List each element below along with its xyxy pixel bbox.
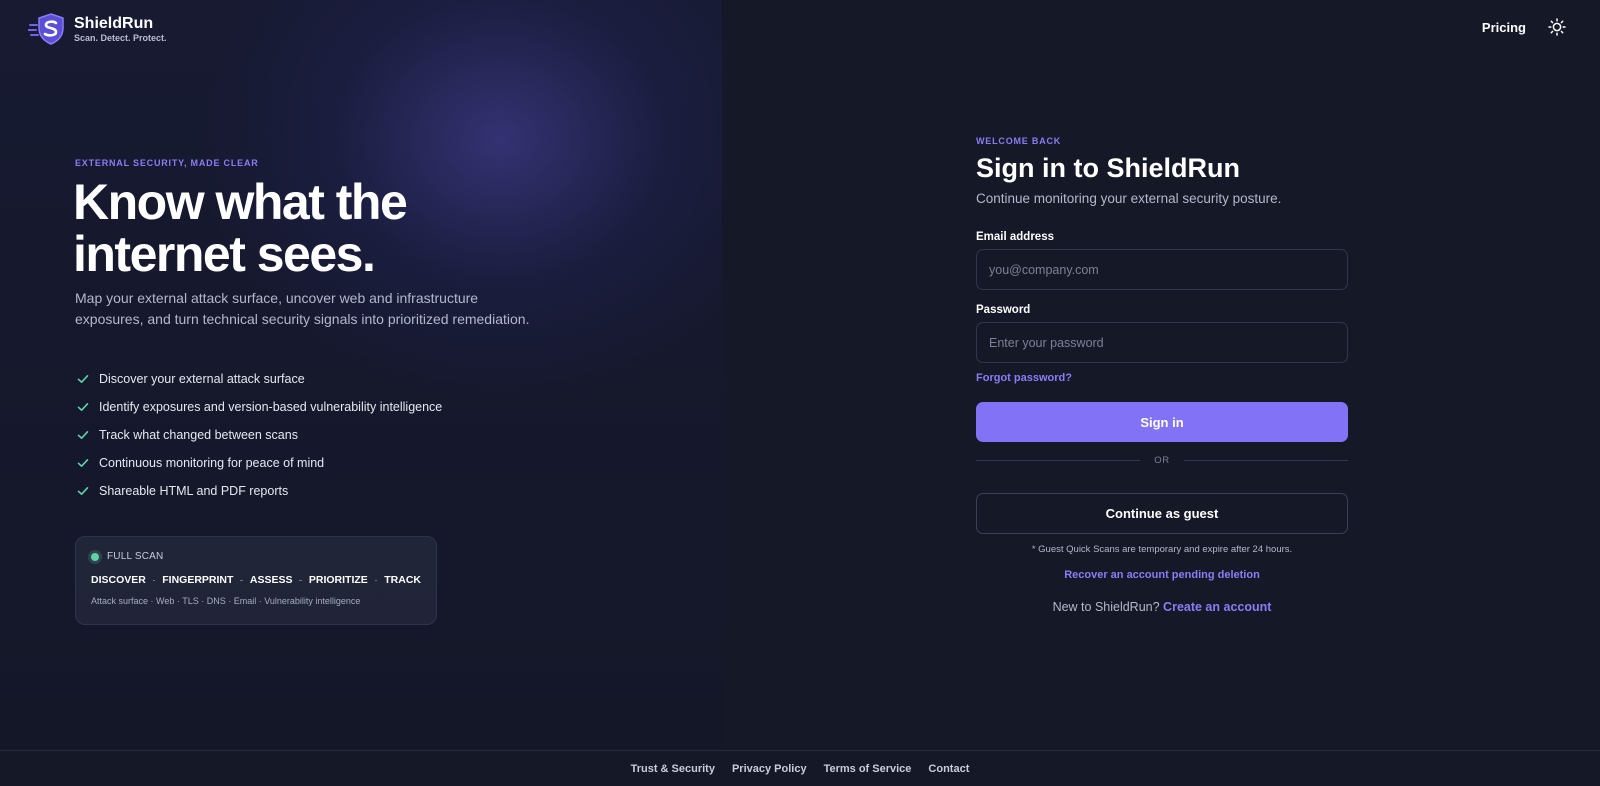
check-icon xyxy=(77,487,89,495)
divider-line xyxy=(1183,460,1349,461)
pricing-link[interactable]: Pricing xyxy=(1482,20,1526,35)
hero-subtitle: Map your external attack surface, uncove… xyxy=(75,290,530,327)
footer-link-terms[interactable]: Terms of Service xyxy=(824,763,912,775)
footer-link-contact[interactable]: Contact xyxy=(928,763,969,775)
continue-as-guest-button[interactable]: Continue as guest xyxy=(976,493,1348,534)
scan-card-header: FULL SCAN xyxy=(91,551,421,562)
sign-in-button[interactable]: Sign in xyxy=(976,402,1348,442)
feature-item: Identify exposures and version-based vul… xyxy=(77,393,442,421)
password-field[interactable] xyxy=(976,322,1348,363)
feature-text: Continuous monitoring for peace of mind xyxy=(99,456,325,470)
feature-list: Discover your external attack surface Id… xyxy=(77,365,442,505)
divider-line xyxy=(976,460,1141,461)
create-account-link[interactable]: Create an account xyxy=(1163,600,1271,614)
feature-text: Track what changed between scans xyxy=(99,428,298,442)
step-separator xyxy=(152,579,156,581)
or-label: OR xyxy=(1154,455,1170,466)
new-user-prompt: New to ShieldRun? xyxy=(1052,600,1164,614)
scan-pipeline-card: FULL SCAN DISCOVER FINGERPRINT ASSESS PR… xyxy=(75,536,437,625)
feature-item: Shareable HTML and PDF reports xyxy=(77,477,442,505)
scan-step: TRACK xyxy=(384,574,421,586)
scan-card-label: FULL SCAN xyxy=(107,551,164,562)
signin-form: WELCOME BACK Sign in to ShieldRun Contin… xyxy=(976,136,1349,614)
signup-row: New to ShieldRun? Create an account xyxy=(976,600,1348,614)
status-dot-icon xyxy=(91,552,99,561)
footer-link-privacy[interactable]: Privacy Policy xyxy=(732,763,807,775)
feature-text: Identify exposures and version-based vul… xyxy=(99,400,443,414)
hero-title: Know what the internet sees. xyxy=(73,176,553,280)
scan-step: DISCOVER xyxy=(91,574,146,586)
check-icon xyxy=(77,375,89,383)
header-nav: Pricing xyxy=(1482,16,1568,38)
sun-icon xyxy=(1548,18,1566,36)
feature-item: Discover your external attack surface xyxy=(77,365,442,393)
signin-eyebrow: WELCOME BACK xyxy=(976,136,1062,146)
feature-text: Shareable HTML and PDF reports xyxy=(99,484,289,498)
guest-note: * Guest Quick Scans are temporary and ex… xyxy=(1031,544,1293,555)
signin-subtitle: Continue monitoring your external securi… xyxy=(976,191,1282,206)
forgot-password-link[interactable]: Forgot password? xyxy=(976,372,1072,384)
hero-title-line-1: Know what the xyxy=(73,174,408,230)
feature-item: Continuous monitoring for peace of mind xyxy=(77,449,442,477)
scan-step: PRIORITIZE xyxy=(308,574,368,586)
brand-name: ShieldRun xyxy=(74,14,154,32)
feature-text: Discover your external attack surface xyxy=(99,372,305,386)
footer: Trust & Security Privacy Policy Terms of… xyxy=(0,750,1600,786)
shield-s-icon xyxy=(28,13,64,45)
step-separator xyxy=(374,579,378,581)
password-label: Password xyxy=(976,304,1031,316)
brand[interactable]: ShieldRun Scan. Detect. Protect. xyxy=(28,12,167,46)
scan-card-meta: Attack surface · Web · TLS · DNS · Email… xyxy=(91,596,361,606)
check-icon xyxy=(77,431,89,439)
step-separator xyxy=(299,579,302,581)
scan-steps: DISCOVER FINGERPRINT ASSESS PRIORITIZE T… xyxy=(91,574,421,586)
step-separator xyxy=(240,579,243,581)
recover-account-link[interactable]: Recover an account pending deletion xyxy=(1064,569,1260,581)
recover-row: Recover an account pending deletion xyxy=(976,569,1348,581)
or-divider: OR xyxy=(976,455,1349,466)
footer-link-trust[interactable]: Trust & Security xyxy=(631,763,715,775)
theme-toggle-button[interactable] xyxy=(1546,16,1568,38)
brand-text: ShieldRun Scan. Detect. Protect. xyxy=(74,15,167,44)
scan-step: ASSESS xyxy=(249,574,293,586)
feature-item: Track what changed between scans xyxy=(77,421,442,449)
email-label: Email address xyxy=(976,231,1054,243)
check-icon xyxy=(77,459,89,467)
hero-eyebrow: EXTERNAL SECURITY, MADE CLEAR xyxy=(75,158,259,168)
email-field[interactable] xyxy=(976,249,1348,290)
brand-tagline: Scan. Detect. Protect. xyxy=(74,32,167,43)
signin-title: Sign in to ShieldRun xyxy=(976,153,1240,183)
scan-step: FINGERPRINT xyxy=(162,574,234,586)
hero-title-line-2: internet sees. xyxy=(73,226,376,282)
check-icon xyxy=(77,403,89,411)
